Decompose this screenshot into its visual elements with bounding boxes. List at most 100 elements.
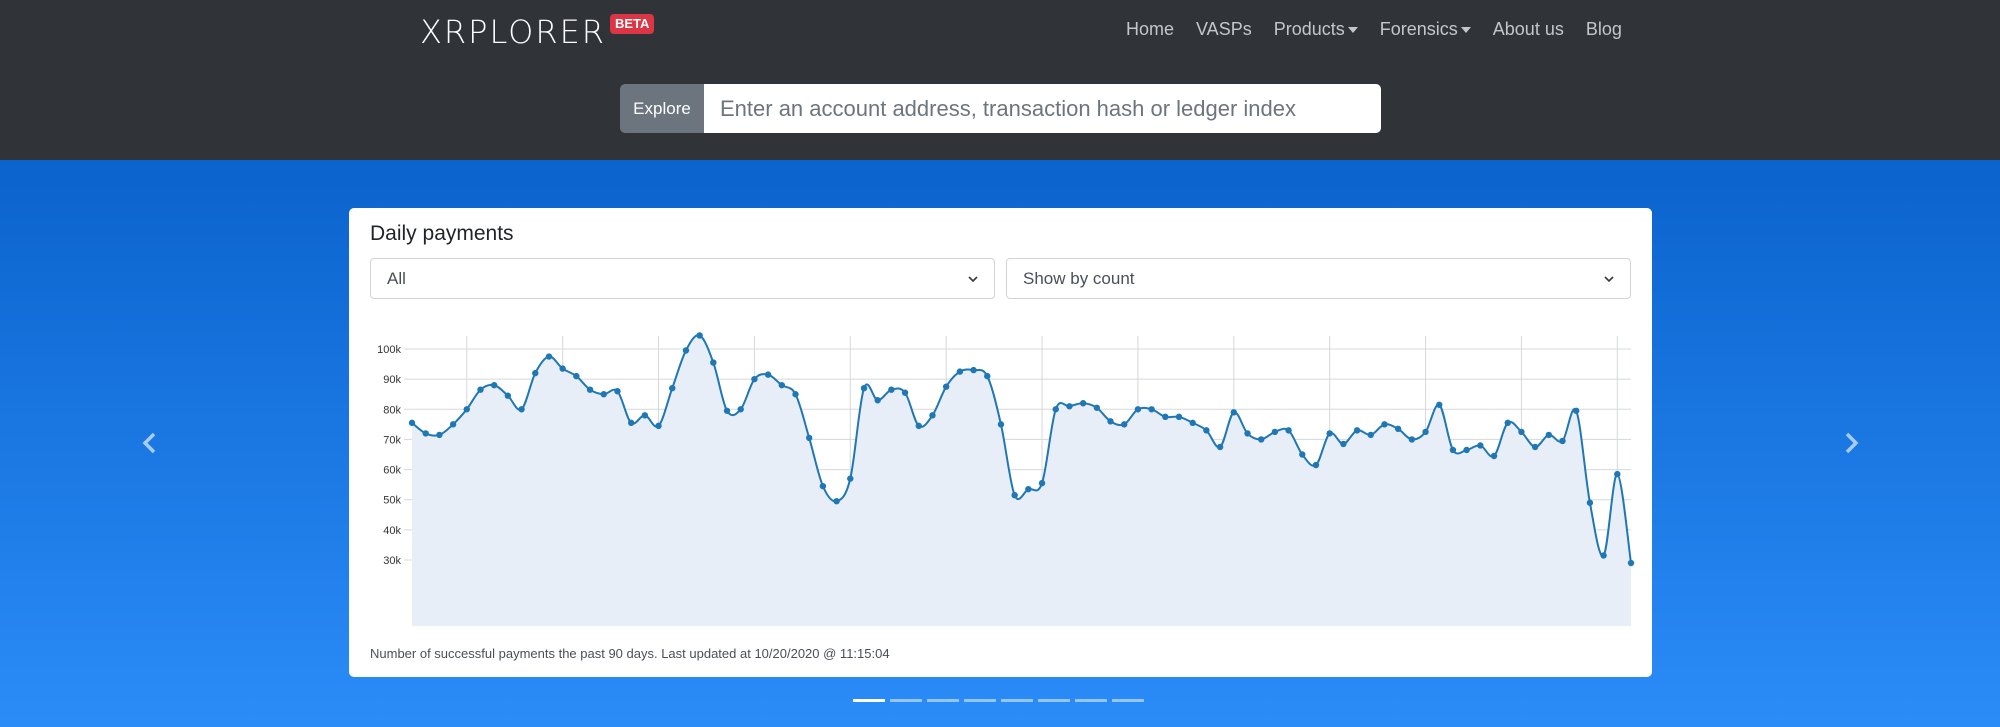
nav-about-us[interactable]: About us: [1482, 17, 1575, 41]
data-point: [1545, 431, 1553, 439]
data-point: [1531, 443, 1539, 451]
data-point: [436, 431, 443, 439]
nav-menu: Home VASPs Products Forensics About us B…: [1115, 17, 1633, 41]
data-point: [532, 369, 539, 377]
data-point: [1038, 479, 1046, 487]
data-point: [1148, 406, 1155, 413]
nav-forensics-label: Forensics: [1379, 19, 1458, 39]
y-tick-label: 80k: [383, 404, 401, 416]
data-point: [449, 421, 457, 428]
data-point: [1586, 499, 1594, 506]
data-point: [833, 498, 840, 505]
data-point: [1394, 425, 1402, 433]
data-point: [1408, 436, 1416, 443]
caret-down-icon: [1460, 27, 1471, 34]
data-point: [682, 347, 690, 354]
caret-down-icon: [1347, 27, 1358, 34]
data-point: [778, 381, 786, 389]
data-point: [1285, 427, 1292, 434]
chart-footnote: Number of successful payments the past 9…: [370, 646, 890, 661]
data-point: [1257, 436, 1265, 443]
data-point: [1299, 451, 1306, 458]
data-point: [1436, 401, 1443, 408]
data-point: [1627, 559, 1635, 567]
data-point: [970, 366, 977, 374]
data-point: [477, 386, 484, 393]
nav-about-label: About us: [1492, 19, 1564, 39]
carousel-indicator[interactable]: [927, 699, 959, 702]
data-point: [1326, 430, 1333, 437]
data-point: [545, 353, 553, 360]
carousel-indicator[interactable]: [1075, 699, 1107, 702]
carousel-indicator[interactable]: [1038, 699, 1070, 702]
nav-vasps[interactable]: VASPs: [1185, 17, 1263, 41]
data-point: [559, 365, 566, 372]
nav-blog-label: Blog: [1585, 19, 1622, 39]
daily-payments-card: Daily payments All Show by count 30k 40k 5…: [349, 208, 1652, 677]
data-point: [1244, 430, 1251, 437]
nav-vasps-label: VASPs: [1196, 19, 1252, 39]
data-point: [586, 386, 594, 393]
data-point: [1353, 427, 1361, 434]
y-tick-label: 50k: [383, 495, 401, 507]
search-input[interactable]: [704, 84, 1381, 133]
nav-home[interactable]: Home: [1115, 17, 1185, 41]
data-point: [1381, 421, 1388, 428]
data-point: [1312, 461, 1320, 469]
carousel-indicator[interactable]: [1112, 699, 1144, 702]
data-point: [942, 383, 950, 390]
data-point: [984, 372, 991, 380]
carousel-indicator[interactable]: [853, 699, 885, 702]
data-point: [806, 434, 813, 442]
data-point: [1518, 428, 1525, 436]
chevron-right-icon: [1845, 432, 1859, 454]
data-point: [915, 422, 922, 430]
nav-products-dropdown[interactable]: Products: [1263, 17, 1369, 41]
data-point: [764, 371, 772, 378]
data-point: [1093, 404, 1101, 411]
data-point: [860, 384, 868, 392]
nav-home-label: Home: [1126, 19, 1175, 39]
data-point: [573, 372, 580, 380]
data-point: [641, 412, 649, 419]
data-point: [737, 406, 744, 413]
y-tick-label: 40k: [383, 525, 401, 537]
data-point: [1011, 491, 1018, 499]
carousel-indicator[interactable]: [1001, 699, 1033, 702]
carousel-prev-button[interactable]: [135, 428, 165, 458]
carousel-indicator[interactable]: [964, 699, 996, 702]
data-point: [1079, 400, 1087, 407]
data-point: [1230, 409, 1237, 416]
data-point: [1216, 443, 1224, 451]
logo-wordmark[interactable]: XRPLORER: [420, 12, 606, 52]
data-point: [1422, 428, 1429, 436]
data-point: [1189, 419, 1196, 427]
data-point: [1066, 403, 1073, 410]
explore-button[interactable]: Explore: [620, 84, 704, 133]
data-point: [1600, 552, 1607, 559]
search-bar: Explore: [620, 84, 1381, 133]
chevron-left-icon: [142, 432, 156, 454]
nav-blog[interactable]: Blog: [1575, 17, 1633, 41]
data-point: [614, 388, 621, 395]
carousel-indicator[interactable]: [890, 699, 922, 702]
data-point: [1271, 428, 1279, 436]
y-tick-label: 100k: [377, 344, 401, 356]
carousel-next-button[interactable]: [1836, 428, 1866, 458]
carousel-indicators: [853, 699, 1144, 702]
brand-logo[interactable]: XRPLORER BETA: [420, 12, 655, 52]
data-point: [655, 422, 662, 430]
daily-payments-chart: 30k40k50k60k70k80k90k100kJul 26, 20Aug 0…: [377, 332, 1635, 626]
beta-badge: BETA: [610, 14, 655, 34]
data-point: [929, 412, 936, 419]
data-point: [422, 430, 429, 437]
data-point: [819, 482, 827, 490]
data-point: [1449, 446, 1457, 454]
data-point: [1367, 431, 1374, 439]
data-point: [1134, 406, 1142, 413]
data-point: [792, 391, 799, 398]
data-point: [463, 406, 470, 413]
data-point: [1107, 418, 1114, 425]
nav-forensics-dropdown[interactable]: Forensics: [1369, 17, 1482, 41]
data-point: [1340, 440, 1347, 448]
